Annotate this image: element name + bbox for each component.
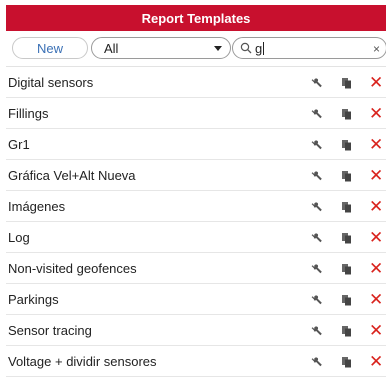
close-icon[interactable]: ✕ xyxy=(369,197,383,217)
wrench-icon[interactable] xyxy=(311,77,323,89)
copy-icon[interactable] xyxy=(341,263,353,275)
search-icon xyxy=(240,42,252,54)
list-item[interactable]: Log ✕ xyxy=(6,224,386,253)
search-input[interactable]: g × xyxy=(232,37,386,59)
list-item[interactable]: Imágenes ✕ xyxy=(6,193,386,222)
wrench-icon[interactable] xyxy=(311,263,323,275)
filter-value: All xyxy=(104,41,119,56)
copy-icon[interactable] xyxy=(341,77,353,89)
wrench-icon[interactable] xyxy=(311,108,323,120)
copy-icon[interactable] xyxy=(341,356,353,368)
toolbar: New All g × xyxy=(6,31,386,67)
list-item[interactable]: Non-visited geofences ✕ xyxy=(6,255,386,284)
close-icon[interactable]: ✕ xyxy=(369,259,383,279)
wrench-icon[interactable] xyxy=(311,201,323,213)
list-item[interactable]: Gr1 ✕ xyxy=(6,131,386,160)
template-name: Voltage + dividir sensores xyxy=(8,354,157,369)
copy-icon[interactable] xyxy=(341,325,353,337)
copy-icon[interactable] xyxy=(341,201,353,213)
list-item[interactable]: Sensor tracing ✕ xyxy=(6,317,386,346)
wrench-icon[interactable] xyxy=(311,170,323,182)
new-button[interactable]: New xyxy=(12,37,88,59)
panel-title: Report Templates xyxy=(6,5,386,31)
close-icon[interactable]: ✕ xyxy=(369,228,383,248)
copy-icon[interactable] xyxy=(341,294,353,306)
wrench-icon[interactable] xyxy=(311,139,323,151)
copy-icon[interactable] xyxy=(341,108,353,120)
template-name: Gr1 xyxy=(8,137,30,152)
template-name: Imágenes xyxy=(8,199,66,214)
copy-icon[interactable] xyxy=(341,170,353,182)
list-item[interactable]: Digital sensors ✕ xyxy=(6,69,386,98)
filter-select[interactable]: All xyxy=(91,37,231,59)
clear-search-icon[interactable]: × xyxy=(373,42,380,56)
close-icon[interactable]: ✕ xyxy=(369,321,383,341)
list-item[interactable]: Voltage + dividir sensores ✕ xyxy=(6,348,386,377)
close-icon[interactable]: ✕ xyxy=(369,135,383,155)
template-name: Non-visited geofences xyxy=(8,261,137,276)
chevron-down-icon xyxy=(214,46,222,51)
wrench-icon[interactable] xyxy=(311,325,323,337)
template-list: Digital sensors ✕ Fillings ✕ Gr1 ✕ Gráfi… xyxy=(6,69,386,379)
close-icon[interactable]: ✕ xyxy=(369,104,383,124)
close-icon[interactable]: ✕ xyxy=(369,166,383,186)
list-item[interactable]: Gráfica Vel+Alt Nueva ✕ xyxy=(6,162,386,191)
template-name: Fillings xyxy=(8,106,49,121)
template-name: Sensor tracing xyxy=(8,323,92,338)
template-name: Log xyxy=(8,230,30,245)
close-icon[interactable]: ✕ xyxy=(369,290,383,310)
list-item[interactable]: Fillings ✕ xyxy=(6,100,386,129)
copy-icon[interactable] xyxy=(341,139,353,151)
template-name: Gráfica Vel+Alt Nueva xyxy=(8,168,136,183)
wrench-icon[interactable] xyxy=(311,356,323,368)
list-item[interactable]: Parkings ✕ xyxy=(6,286,386,315)
wrench-icon[interactable] xyxy=(311,294,323,306)
close-icon[interactable]: ✕ xyxy=(369,73,383,93)
report-templates-panel: Report Templates New All g × Digital sen… xyxy=(0,0,386,377)
copy-icon[interactable] xyxy=(341,232,353,244)
search-value: g xyxy=(255,41,265,56)
template-name: Parkings xyxy=(8,292,59,307)
wrench-icon[interactable] xyxy=(311,232,323,244)
template-name: Digital sensors xyxy=(8,75,94,90)
close-icon[interactable]: ✕ xyxy=(369,352,383,372)
